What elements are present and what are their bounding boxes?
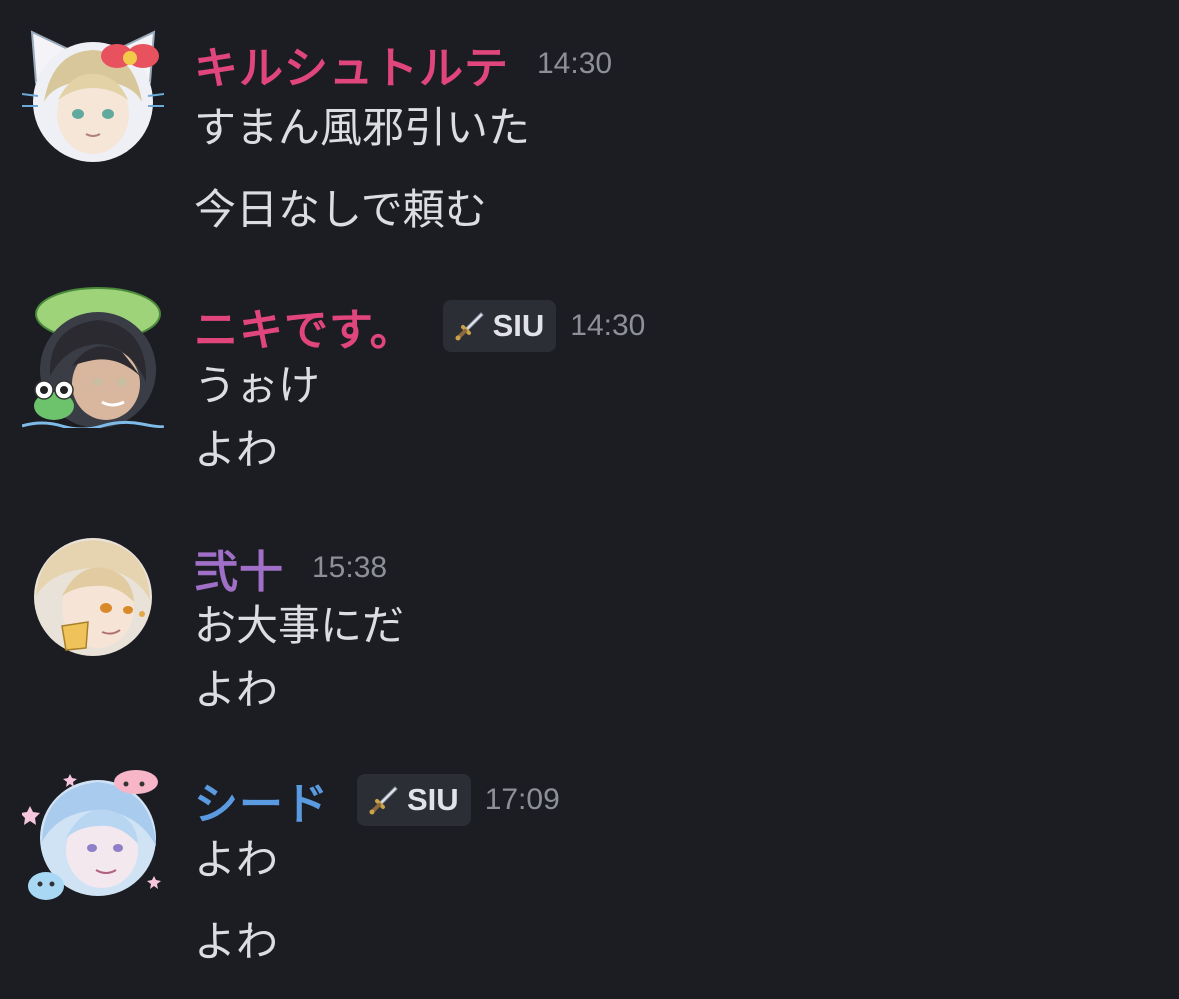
avatar-image: [21, 287, 166, 431]
timestamp: 14:30: [537, 47, 613, 80]
sword-icon: [455, 312, 484, 341]
message-header: 弐十 15:38: [194, 538, 387, 598]
avatar[interactable]: [22, 526, 164, 668]
message-header: シード SIU 17:09: [194, 770, 560, 830]
timestamp: 14:30: [570, 309, 646, 342]
message-text: よわ: [194, 665, 279, 714]
username[interactable]: ニキです。: [194, 294, 415, 358]
role-tag-label: SIU: [407, 782, 459, 817]
username[interactable]: キルシュトルテ: [194, 32, 509, 96]
message-text: お大事にだ: [194, 601, 405, 650]
avatar-image: [20, 770, 161, 900]
timestamp: 17:09: [484, 783, 560, 816]
username[interactable]: 弐十: [194, 536, 284, 600]
sword-icon: [369, 786, 398, 815]
avatar[interactable]: [21, 286, 166, 431]
role-tag[interactable]: SIU: [357, 774, 471, 826]
message-text: すまん風邪引いた: [194, 103, 531, 152]
chat-message-list: キルシュトルテ 14:30 すまん風邪引いた 今日なしで頼む ニキです。 SIU…: [0, 0, 1179, 999]
username[interactable]: シード: [194, 768, 329, 832]
timestamp: 15:38: [312, 551, 388, 584]
avatar[interactable]: [20, 766, 164, 908]
role-tag-label: SIU: [492, 308, 545, 343]
message-text: 今日なしで頼む: [194, 185, 487, 234]
avatar[interactable]: [21, 22, 165, 164]
message-text: うぉけ: [194, 361, 321, 410]
role-tag[interactable]: SIU: [442, 300, 557, 352]
avatar-image: [34, 538, 152, 656]
avatar-image: [21, 30, 165, 162]
message-text: よわ: [194, 835, 279, 884]
message-header: キルシュトルテ 14:30: [194, 34, 612, 94]
message-text: よわ: [194, 917, 279, 966]
message-header: ニキです。 SIU 14:30: [194, 296, 645, 356]
message-text: よわ: [194, 425, 279, 474]
